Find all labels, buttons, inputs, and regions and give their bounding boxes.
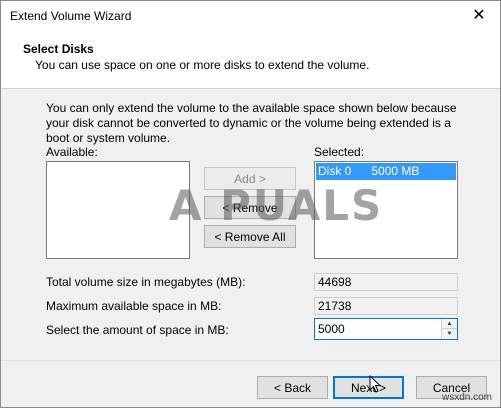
page-title: Select Disks	[23, 42, 94, 56]
amount-input[interactable]: 5000	[318, 322, 345, 336]
list-item[interactable]: Disk 0 5000 MB	[316, 163, 456, 180]
max-space-value: 21738	[314, 297, 458, 315]
disk-size: 5000 MB	[371, 164, 420, 178]
extend-volume-wizard-window: Extend Volume Wizard ✕ Select Disks You …	[0, 0, 501, 408]
description-text: You can only extend the volume to the av…	[46, 101, 457, 145]
max-space-label: Maximum available space in MB:	[46, 299, 222, 313]
total-size-value: 44698	[314, 273, 458, 291]
close-button[interactable]: ✕	[464, 3, 494, 27]
spin-up-icon[interactable]: ▲	[442, 319, 457, 329]
title-bar: Extend Volume Wizard ✕	[1, 1, 500, 31]
spin-down-icon[interactable]: ▼	[442, 329, 457, 339]
page-subtitle: You can use space on one or more disks t…	[35, 58, 370, 72]
selected-label: Selected:	[314, 145, 365, 159]
total-size-label: Total volume size in megabytes (MB):	[46, 275, 246, 289]
available-label: Available:	[46, 145, 98, 159]
disk-name: Disk 0	[318, 164, 352, 178]
close-icon: ✕	[472, 7, 486, 24]
site-watermark: wsxdn.com	[441, 392, 492, 403]
spin-buttons: ▲ ▼	[441, 319, 457, 339]
window-title: Extend Volume Wizard	[10, 9, 132, 23]
wizard-footer: < Back Next > Cancel	[1, 360, 500, 407]
mouse-cursor-icon	[369, 375, 381, 393]
amount-label: Select the amount of space in MB:	[46, 323, 229, 337]
appuals-watermark: A PUALS	[169, 181, 384, 230]
wizard-header: Select Disks You can use space on one or…	[1, 31, 500, 89]
amount-spinbox[interactable]: 5000 ▲ ▼	[314, 318, 458, 340]
back-button[interactable]: < Back	[257, 376, 328, 399]
